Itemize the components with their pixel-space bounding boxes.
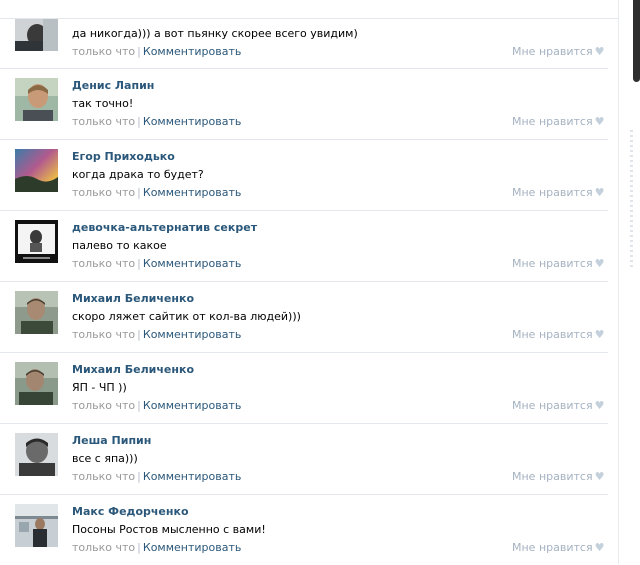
like-button[interactable]: Мне нравится ♥ bbox=[512, 328, 604, 341]
timestamp: только что bbox=[72, 115, 136, 128]
separator: | bbox=[137, 470, 141, 483]
avatar-image bbox=[15, 78, 58, 121]
separator: | bbox=[137, 45, 141, 58]
comment-text: Посоны Ростов мысленно с вами! bbox=[72, 523, 266, 536]
comment-button[interactable]: Комментировать bbox=[143, 328, 241, 341]
separator: | bbox=[137, 328, 141, 341]
comment-meta: только что | Комментировать bbox=[72, 399, 241, 412]
comment-meta: только что | Комментировать bbox=[72, 328, 241, 341]
heart-icon: ♥ bbox=[594, 186, 605, 199]
comment-button[interactable]: Комментировать bbox=[143, 470, 241, 483]
avatar-image bbox=[15, 19, 58, 51]
comment-text: ЯП - ЧП )) bbox=[72, 381, 127, 394]
comment-text: скоро ляжет сайтик от кол-ва людей))) bbox=[72, 310, 301, 323]
timestamp: только что bbox=[72, 186, 136, 199]
avatar-image bbox=[15, 433, 58, 476]
timestamp: только что bbox=[72, 399, 136, 412]
like-button[interactable]: Мне нравится ♥ bbox=[512, 45, 604, 58]
author-name[interactable]: Егор Приходько bbox=[72, 150, 175, 163]
comment-meta: только что | Комментировать bbox=[72, 257, 241, 270]
separator: | bbox=[137, 257, 141, 270]
comment-item: Леша Пипин все с япа))) только что | Комме… bbox=[0, 424, 608, 495]
avatar[interactable] bbox=[15, 220, 58, 263]
timestamp: только что bbox=[72, 45, 136, 58]
author-name[interactable]: Михаил Беличенко bbox=[72, 292, 194, 305]
avatar[interactable] bbox=[15, 149, 58, 192]
separator: | bbox=[137, 115, 141, 128]
comment-button[interactable]: Комментировать bbox=[143, 45, 241, 58]
avatar[interactable] bbox=[15, 362, 58, 405]
author-name[interactable]: Леша Пипин bbox=[72, 434, 151, 447]
comment-item: девочка-альтернатив секрет палево то как… bbox=[0, 211, 608, 282]
separator: | bbox=[137, 541, 141, 554]
like-button[interactable]: Мне нравится ♥ bbox=[512, 115, 604, 128]
comment-meta: только что | Комментировать bbox=[72, 541, 241, 554]
timestamp: только что bbox=[72, 541, 136, 554]
timestamp: только что bbox=[72, 470, 136, 483]
heart-icon: ♥ bbox=[594, 45, 605, 58]
comment-item: Михаил Беличенко ЯП - ЧП )) только что | К… bbox=[0, 353, 608, 424]
comment-text: так точно! bbox=[72, 97, 134, 110]
comment-meta: только что | Комментировать bbox=[72, 115, 241, 128]
avatar[interactable] bbox=[15, 433, 58, 476]
like-label: Мне нравится bbox=[512, 186, 593, 199]
comment-text: палево то какое bbox=[72, 239, 167, 252]
like-button[interactable]: Мне нравится ♥ bbox=[512, 470, 604, 483]
like-label: Мне нравится bbox=[512, 328, 593, 341]
comment-item: Макс Федорченко Посоны Ростов мысленно с… bbox=[0, 495, 608, 565]
heart-icon: ♥ bbox=[594, 328, 605, 341]
like-button[interactable]: Мне нравится ♥ bbox=[512, 541, 604, 554]
like-label: Мне нравится bbox=[512, 257, 593, 270]
comment-text: все с япа))) bbox=[72, 452, 138, 465]
timestamp: только что bbox=[72, 328, 136, 341]
like-button[interactable]: Мне нравится ♥ bbox=[512, 399, 604, 412]
comment-meta: только что | Комментировать bbox=[72, 470, 241, 483]
comment-text: когда драка то будет? bbox=[72, 168, 204, 181]
comment-meta: только что | Комментировать bbox=[72, 45, 241, 58]
comments-feed: да никогда))) а вот пьянку скорее всего … bbox=[0, 0, 618, 564]
comment-button[interactable]: Комментировать bbox=[143, 186, 241, 199]
comment-meta: только что | Комментировать bbox=[72, 186, 241, 199]
like-label: Мне нравится bbox=[512, 541, 593, 554]
author-name[interactable]: девочка-альтернатив секрет bbox=[72, 221, 257, 234]
like-button[interactable]: Мне нравится ♥ bbox=[512, 257, 604, 270]
avatar-image bbox=[15, 220, 58, 263]
avatar-image bbox=[15, 362, 58, 405]
scroll-track-marks bbox=[630, 130, 633, 270]
comment-item: Денис Лапин так точно! только что | Коммен… bbox=[0, 69, 608, 140]
comment-button[interactable]: Комментировать bbox=[143, 399, 241, 412]
like-label: Мне нравится bbox=[512, 115, 593, 128]
comment-item: Егор Приходько когда драка то будет? тол… bbox=[0, 140, 608, 211]
avatar-image bbox=[15, 504, 58, 547]
like-label: Мне нравится bbox=[512, 45, 593, 58]
timestamp: только что bbox=[72, 257, 136, 270]
comment-button[interactable]: Комментировать bbox=[143, 257, 241, 270]
comment-item: Михаил Беличенко скоро ляжет сайтик от к… bbox=[0, 282, 608, 353]
heart-icon: ♥ bbox=[594, 399, 605, 412]
comment-button[interactable]: Комментировать bbox=[143, 115, 241, 128]
author-name[interactable]: Михаил Беличенко bbox=[72, 363, 194, 376]
avatar[interactable] bbox=[15, 78, 58, 121]
separator: | bbox=[137, 399, 141, 412]
heart-icon: ♥ bbox=[594, 470, 605, 483]
like-label: Мне нравится bbox=[512, 470, 593, 483]
like-button[interactable]: Мне нравится ♥ bbox=[512, 186, 604, 199]
comment-button[interactable]: Комментировать bbox=[143, 541, 241, 554]
author-name[interactable]: Макс Федорченко bbox=[72, 505, 189, 518]
side-panel bbox=[618, 0, 640, 564]
scrollbar-thumb[interactable] bbox=[633, 0, 640, 82]
author-name[interactable]: Денис Лапин bbox=[72, 79, 154, 92]
comment-text: да никогда))) а вот пьянку скорее всего … bbox=[72, 27, 358, 40]
heart-icon: ♥ bbox=[594, 257, 605, 270]
avatar-image bbox=[15, 149, 58, 192]
avatar[interactable] bbox=[15, 504, 58, 547]
like-label: Мне нравится bbox=[512, 399, 593, 412]
heart-icon: ♥ bbox=[594, 115, 605, 128]
top-border bbox=[0, 0, 618, 19]
separator: | bbox=[137, 186, 141, 199]
avatar[interactable] bbox=[15, 291, 58, 334]
heart-icon: ♥ bbox=[594, 541, 605, 554]
avatar[interactable] bbox=[15, 19, 58, 51]
avatar-image bbox=[15, 291, 58, 334]
